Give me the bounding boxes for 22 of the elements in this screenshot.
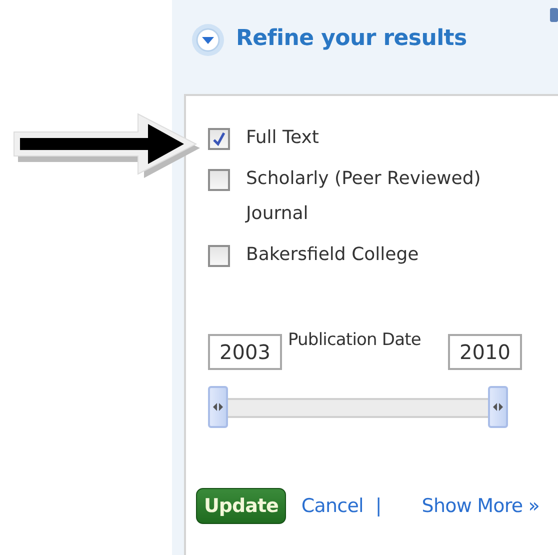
double-arrow-icon [493,403,503,411]
cancel-link[interactable]: Cancel [301,495,364,517]
checkmark-icon [212,132,226,146]
date-label: Publication Date [287,330,422,350]
slider-handle[interactable] [208,386,228,428]
show-more-link[interactable]: Show More » [422,495,540,517]
filter-label: Bakersfield College [246,243,420,267]
filter-checkbox[interactable] [208,245,230,267]
filter-checkbox[interactable] [208,169,230,191]
filter-checkbox[interactable] [208,128,230,150]
separator: | [375,495,382,517]
year-from-field[interactable]: 2003 [208,334,282,370]
slider-handle[interactable] [488,386,508,428]
collapse-toggle[interactable] [190,22,226,58]
date-range-slider[interactable] [208,386,508,428]
double-arrow-icon [213,403,223,411]
filter-label: Scholarly (Peer Reviewed) Journal [246,167,482,226]
year-to-field[interactable]: 2010 [448,334,522,370]
panel-title: Refine your results [236,26,467,51]
update-button[interactable]: Update [196,488,286,524]
caret-down-icon [190,22,226,58]
filter-label: Full Text [246,126,320,150]
